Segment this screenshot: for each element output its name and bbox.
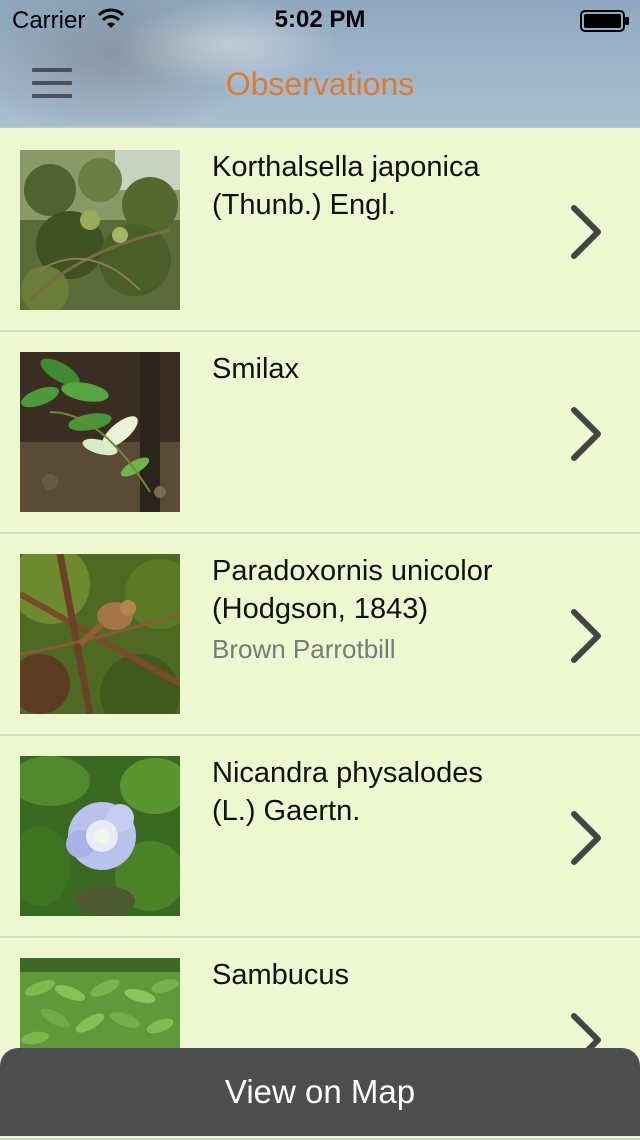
page-title: Observations xyxy=(225,66,415,102)
chevron-right-icon xyxy=(571,205,601,259)
status-bar: Carrier 5:02 PM xyxy=(0,0,640,40)
header-divider xyxy=(0,126,640,128)
list-item[interactable]: Smilax xyxy=(0,332,640,534)
common-name: Brown Parrotbill xyxy=(212,634,396,664)
forest-vine-leaves-photo xyxy=(20,352,180,512)
battery-icon xyxy=(580,10,629,32)
navigation-header: Carrier 5:02 PM Observations xyxy=(0,0,640,128)
scientific-name: Paradoxornis unicolor (Hodgson, 1843) xyxy=(212,555,493,625)
scientific-name: Korthalsella japonica (Thunb.) Engl. xyxy=(212,151,480,221)
scientific-name: Smilax xyxy=(212,353,300,385)
bird-on-branch-photo xyxy=(20,554,180,714)
observations-list: Korthalsella japonica (Thunb.) Engl. Smi… xyxy=(0,130,640,1140)
scientific-name: Nicandra physalodes (L.) Gaertn. xyxy=(212,757,483,827)
chevron-right-icon xyxy=(571,811,601,865)
chevron-right-icon xyxy=(571,609,601,663)
status-time: 5:02 PM xyxy=(274,6,366,33)
view-on-map-button[interactable]: View on Map xyxy=(0,1048,640,1136)
pale-blue-flower-photo xyxy=(20,756,180,916)
list-item[interactable]: Paradoxornis unicolor (Hodgson, 1843) Br… xyxy=(0,534,640,736)
list-item[interactable]: Korthalsella japonica (Thunb.) Engl. xyxy=(0,130,640,332)
mistletoe-shrub-photo xyxy=(20,150,180,310)
scientific-name: Sambucus xyxy=(212,959,350,991)
list-item[interactable]: Nicandra physalodes (L.) Gaertn. xyxy=(0,736,640,938)
chevron-right-icon xyxy=(571,407,601,461)
